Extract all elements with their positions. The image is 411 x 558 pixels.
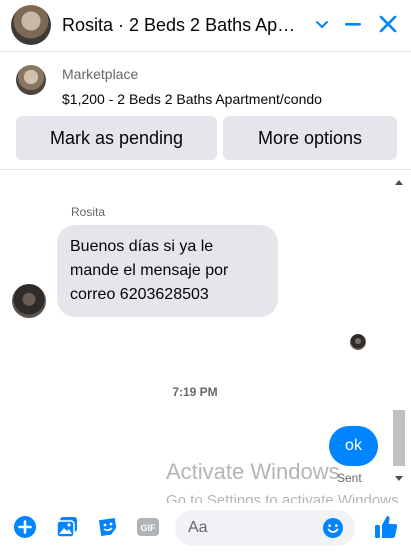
more-options-button[interactable]: More options: [223, 116, 397, 160]
listing-thumbnail[interactable]: [16, 65, 46, 95]
message-input-placeholder: Aa: [188, 519, 208, 536]
message-input[interactable]: Aa: [175, 510, 355, 546]
sender-avatar[interactable]: [12, 284, 46, 318]
chevron-down-icon[interactable]: [310, 12, 334, 36]
scroll-thumb[interactable]: [393, 410, 405, 466]
gif-icon[interactable]: GIF: [135, 514, 161, 540]
message-composer: GIF Aa: [0, 503, 411, 558]
seen-receipt-avatar: [350, 334, 366, 350]
activation-watermark-title: Activate Windows: [166, 459, 340, 484]
close-icon[interactable]: [376, 12, 400, 36]
scroll-up-arrow-icon[interactable]: [395, 180, 403, 185]
emoji-icon[interactable]: [321, 516, 345, 540]
mark-as-pending-button[interactable]: Mark as pending: [16, 116, 217, 160]
chat-header: Rosita · 2 Beds 2 Baths Ap…: [0, 0, 411, 52]
message-list: Rosita Buenos días si ya le mande el men…: [0, 171, 411, 501]
gif-label: GIF: [141, 523, 157, 533]
scroll-down-arrow-icon[interactable]: [395, 476, 403, 481]
message-timestamp: 7:19 PM: [172, 385, 218, 399]
incoming-message-bubble[interactable]: Buenos días si ya le mande el mensaje po…: [57, 225, 278, 317]
contact-avatar[interactable]: [11, 5, 51, 45]
sender-name: Rosita: [71, 205, 106, 219]
minimize-icon[interactable]: [341, 12, 365, 36]
sticker-icon[interactable]: [95, 514, 121, 540]
listing-title[interactable]: $1,200 - 2 Beds 2 Baths Apartment/condo: [62, 91, 322, 107]
plus-icon[interactable]: [12, 514, 38, 540]
message-status: Sent: [337, 471, 362, 485]
photo-icon[interactable]: [54, 514, 80, 540]
marketplace-label: Marketplace: [62, 66, 139, 82]
chat-title[interactable]: Rosita · 2 Beds 2 Baths Ap…: [62, 15, 308, 36]
marketplace-card: Marketplace $1,200 - 2 Beds 2 Baths Apar…: [0, 52, 411, 170]
thumbs-up-icon[interactable]: [371, 512, 401, 542]
message-scrollbar[interactable]: [391, 176, 407, 488]
